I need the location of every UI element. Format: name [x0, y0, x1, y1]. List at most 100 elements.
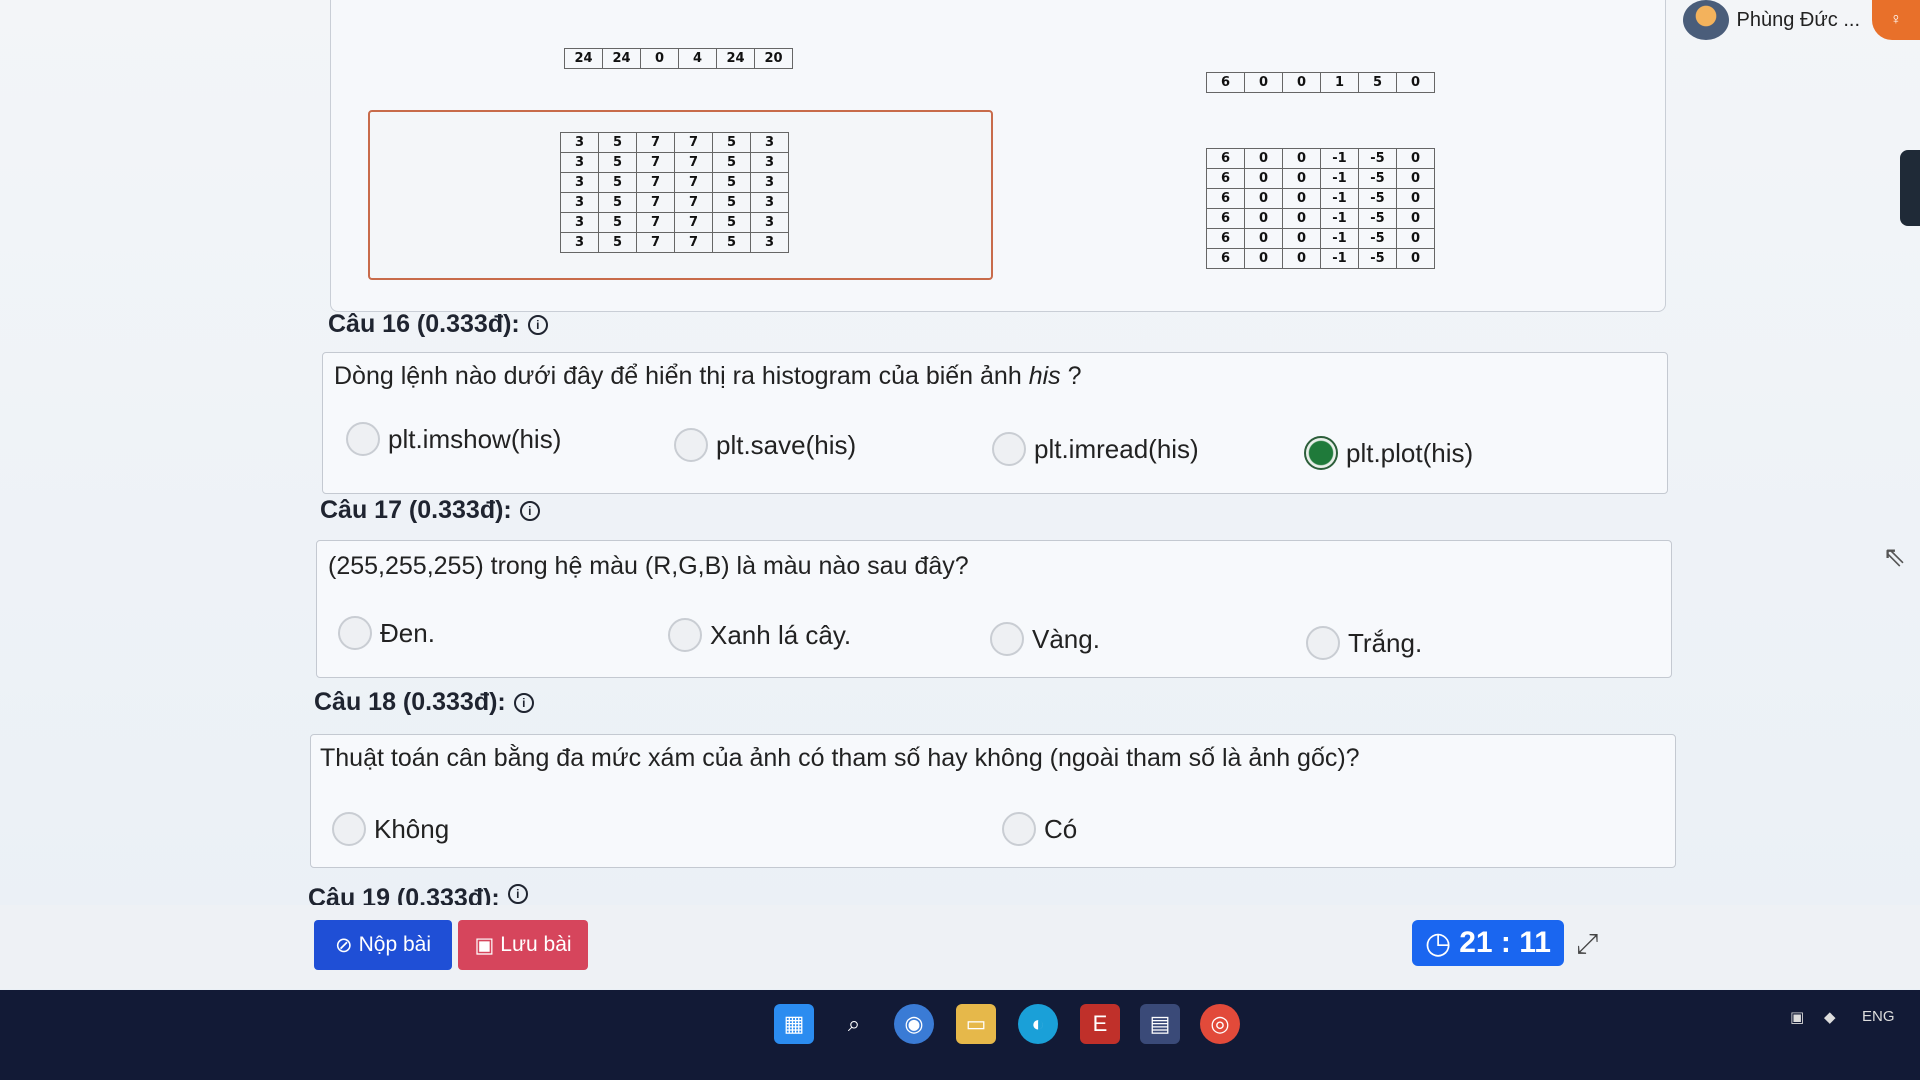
- matrix-cell: 0: [1282, 188, 1321, 209]
- matrix-cell: 3: [750, 192, 789, 213]
- matrix-cell: 0: [1244, 188, 1283, 209]
- question-title-text: Câu 19 (0.333đ):: [308, 884, 500, 906]
- matrix-cell: 24: [564, 48, 603, 69]
- edge-browser-icon[interactable]: ◐: [1018, 1004, 1058, 1044]
- matrix-cell: 5: [712, 132, 751, 153]
- q17-option-4[interactable]: Trắng.: [1306, 626, 1422, 660]
- matrix-cell: 0: [1396, 228, 1435, 249]
- file-explorer-icon[interactable]: ▭: [956, 1004, 996, 1044]
- user-menu[interactable]: Phùng Đức ...: [1682, 0, 1860, 40]
- question-17-title: Câu 17 (0.333đ): i: [320, 496, 540, 525]
- q18-option-1[interactable]: Không: [332, 812, 449, 846]
- matrix-cell: 0: [1282, 228, 1321, 249]
- matrix-cell: 5: [598, 172, 637, 193]
- q17-option-2[interactable]: Xanh lá cây.: [668, 618, 851, 652]
- option-label: plt.imshow(his): [388, 423, 562, 454]
- matrix-cell: 0: [1396, 208, 1435, 229]
- teams-icon[interactable]: ◉: [894, 1004, 934, 1044]
- matrix-cell: 6: [1206, 148, 1245, 169]
- image-matrix-right: 6 0 0 -1 -5 0 6 0 0 -1 -5 0 6 0 0 -1 -5 0 6 0 0 -1 -5 0 6 0 0 -1 -5 0…: [1206, 148, 1435, 269]
- matrix-cell: 3: [560, 212, 599, 233]
- search-icon[interactable]: ⌕: [834, 1004, 874, 1044]
- histogram-count-table: 24 24 0 4 24 20: [564, 48, 793, 69]
- matrix-cell: 5: [1358, 72, 1397, 93]
- matrix-cell: -1: [1320, 248, 1359, 269]
- matrix-cell: 0: [1282, 168, 1321, 189]
- windows-start-icon[interactable]: ▦: [774, 1004, 814, 1044]
- matrix-cell: 0: [1396, 168, 1435, 189]
- clock-icon: ◷: [1425, 926, 1452, 960]
- matrix-cell: 0: [1282, 208, 1321, 229]
- matrix-row: 357753: [560, 132, 789, 153]
- matrix-cell: 0: [1396, 188, 1435, 209]
- language-indicator[interactable]: ENG: [1862, 1008, 1895, 1025]
- submit-button[interactable]: ⊘ Nộp bài: [314, 920, 452, 970]
- chrome-icon[interactable]: ◎: [1200, 1004, 1240, 1044]
- submit-label: Nộp bài: [358, 933, 431, 956]
- timer-value: 21 : 11: [1459, 926, 1551, 959]
- matrix-cell: 5: [598, 192, 637, 213]
- notification-icon[interactable]: ♀: [1872, 0, 1920, 40]
- radio-button[interactable]: [1306, 626, 1340, 660]
- radio-button[interactable]: [346, 422, 380, 456]
- radio-button-selected[interactable]: [1304, 436, 1338, 470]
- q16-option-1[interactable]: plt.imshow(his): [346, 422, 561, 456]
- avatar: [1682, 0, 1729, 40]
- matrix-cell: -5: [1358, 248, 1397, 269]
- matrix-cell: 6: [1206, 228, 1245, 249]
- q18-option-2[interactable]: Có: [1002, 812, 1077, 846]
- question-text-part: ?: [1060, 362, 1082, 390]
- q16-option-2[interactable]: plt.save(his): [674, 428, 856, 462]
- matrix-cell: -5: [1358, 168, 1397, 189]
- check-circle-icon: ⊘: [335, 933, 353, 957]
- matrix-cell: 3: [750, 212, 789, 233]
- matrix-cell: 3: [750, 232, 789, 253]
- matrix-row: 357753: [560, 172, 789, 193]
- matrix-cell: 3: [560, 152, 599, 173]
- radio-button[interactable]: [332, 812, 366, 846]
- info-icon[interactable]: i: [513, 692, 534, 713]
- question-title-text: Câu 16 (0.333đ):: [328, 310, 520, 338]
- floppy-disk-icon: ▣: [474, 933, 495, 957]
- q16-option-4[interactable]: plt.plot(his): [1304, 436, 1473, 470]
- matrix-cell: 6: [1206, 208, 1245, 229]
- app-e-icon[interactable]: E: [1080, 1004, 1120, 1044]
- info-icon[interactable]: i: [507, 884, 528, 904]
- save-button[interactable]: ▣ Lưu bài: [458, 920, 588, 970]
- matrix-cell: 24: [716, 48, 755, 69]
- option-label: Đen.: [380, 617, 435, 648]
- radio-button[interactable]: [990, 622, 1024, 656]
- q16-option-3[interactable]: plt.imread(his): [992, 432, 1199, 466]
- tray-network-icon[interactable]: ◆: [1824, 1008, 1836, 1026]
- store-icon[interactable]: ▤: [1140, 1004, 1180, 1044]
- q17-option-1[interactable]: Đen.: [338, 616, 435, 650]
- matrix-cell: 20: [754, 48, 793, 69]
- radio-button[interactable]: [338, 616, 372, 650]
- side-drawer-tab[interactable]: [1900, 150, 1920, 226]
- matrix-cell: 7: [636, 192, 675, 213]
- matrix-cell: 7: [636, 212, 675, 233]
- action-bar: [0, 905, 1920, 989]
- matrix-cell: -1: [1320, 188, 1359, 209]
- matrix-cell: -5: [1358, 208, 1397, 229]
- tray-app-icon[interactable]: ▣: [1790, 1008, 1804, 1026]
- matrix-row: 6 0 0 -1 -5 0: [1206, 188, 1435, 209]
- matrix-cell: 7: [636, 152, 675, 173]
- radio-button[interactable]: [1002, 812, 1036, 846]
- radio-button[interactable]: [668, 618, 702, 652]
- matrix-cell: 7: [674, 152, 713, 173]
- radio-button[interactable]: [992, 432, 1026, 466]
- question-title-text: Câu 17 (0.333đ):: [320, 496, 512, 524]
- expand-icon[interactable]: ⤢: [1576, 928, 1598, 961]
- matrix-cell: 3: [750, 172, 789, 193]
- info-icon[interactable]: i: [527, 314, 548, 335]
- matrix-cell: 0: [1396, 72, 1435, 93]
- radio-button[interactable]: [674, 428, 708, 462]
- info-icon[interactable]: i: [519, 500, 540, 521]
- matrix-cell: 0: [1244, 248, 1283, 269]
- matrix-cell: -1: [1320, 228, 1359, 249]
- question-17-text: (255,255,255) trong hệ màu (R,G,B) là mà…: [328, 552, 969, 580]
- matrix-cell: 5: [712, 212, 751, 233]
- q17-option-3[interactable]: Vàng.: [990, 622, 1100, 656]
- matrix-row: 357753: [560, 192, 789, 213]
